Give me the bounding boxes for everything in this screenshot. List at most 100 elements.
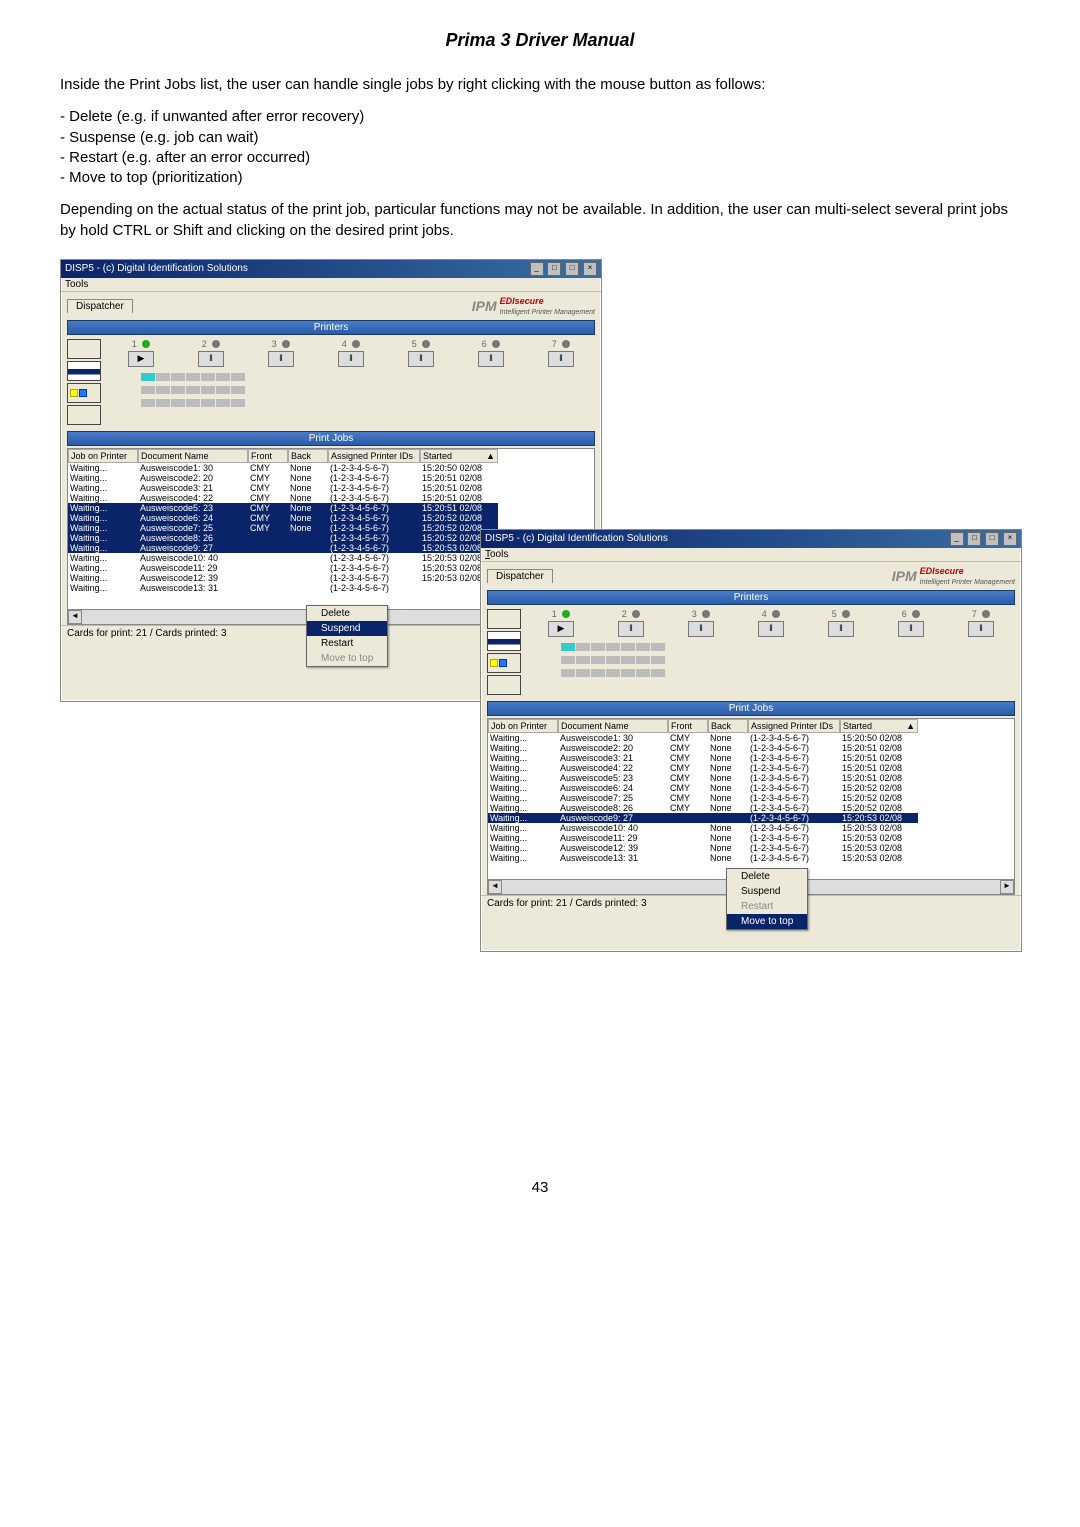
pause-button[interactable]: ǁ	[268, 351, 294, 367]
play-button[interactable]: ▶	[128, 351, 154, 367]
cell	[668, 823, 708, 833]
printjobs-header: Print Jobs	[67, 431, 595, 446]
printjobs-table[interactable]: Job on Printer Document Name Front Back …	[487, 718, 1015, 880]
cell: CMY	[668, 803, 708, 813]
ctx-delete[interactable]: Delete	[727, 869, 807, 884]
table-row[interactable]: Waiting...Ausweiscode12: 39None(1-2-3-4-…	[488, 843, 1014, 853]
pause-button[interactable]: ǁ	[898, 621, 924, 637]
table-row[interactable]: Waiting...Ausweiscode10: 40None(1-2-3-4-…	[488, 823, 1014, 833]
restore-icon[interactable]: □	[547, 262, 561, 276]
col-doc[interactable]: Document Name	[138, 449, 248, 463]
table-row[interactable]: Waiting...Ausweiscode5: 23CMYNone(1-2-3-…	[68, 503, 594, 513]
table-row[interactable]: Waiting...Ausweiscode6: 24CMYNone(1-2-3-…	[68, 513, 594, 523]
ctx-suspend[interactable]: Suspend	[727, 884, 807, 899]
restore-icon[interactable]: □	[967, 532, 981, 546]
table-row[interactable]: Waiting...Ausweiscode1: 30CMYNone(1-2-3-…	[68, 463, 594, 473]
pause-button[interactable]: ǁ	[478, 351, 504, 367]
status-led-icon	[772, 610, 780, 618]
pause-button[interactable]: ǁ	[408, 351, 434, 367]
maximize-icon[interactable]: □	[985, 532, 999, 546]
col-back[interactable]: Back	[288, 449, 328, 463]
minimize-icon[interactable]: _	[950, 532, 964, 546]
table-row[interactable]: Waiting...Ausweiscode6: 24CMYNone(1-2-3-…	[488, 783, 1014, 793]
table-row[interactable]: Waiting...Ausweiscode2: 20CMYNone(1-2-3-…	[488, 743, 1014, 753]
col-job[interactable]: Job on Printer	[68, 449, 138, 463]
col-assigned[interactable]: Assigned Printer IDs	[328, 449, 420, 463]
cell: Ausweiscode12: 39	[558, 843, 668, 853]
window-titlebar[interactable]: DISP5 - (c) Digital Identification Solut…	[61, 260, 601, 278]
ctx-suspend[interactable]: Suspend	[307, 621, 387, 636]
scroll-right-icon[interactable]: ►	[1000, 880, 1014, 894]
scroll-left-icon[interactable]: ◄	[68, 610, 82, 624]
cell: (1-2-3-4-5-6-7)	[748, 773, 840, 783]
cell: (1-2-3-4-5-6-7)	[328, 473, 420, 483]
pause-button[interactable]: ǁ	[618, 621, 644, 637]
ctx-delete[interactable]: Delete	[307, 606, 387, 621]
tab-dispatcher[interactable]: Dispatcher	[67, 299, 133, 313]
col-front[interactable]: Front	[248, 449, 288, 463]
cell: 15:20:52 02/08	[840, 803, 918, 813]
ctx-restart[interactable]: Restart	[307, 636, 387, 651]
pause-button[interactable]: ǁ	[198, 351, 224, 367]
tools-menu[interactable]: Tools	[65, 279, 88, 290]
context-menu[interactable]: Delete Suspend Restart Move to top	[306, 605, 388, 667]
pause-button[interactable]: ǁ	[758, 621, 784, 637]
cell: (1-2-3-4-5-6-7)	[328, 493, 420, 503]
tab-dispatcher[interactable]: Dispatcher	[487, 569, 553, 583]
col-front[interactable]: Front	[668, 719, 708, 733]
table-row[interactable]: Waiting...Ausweiscode11: 29None(1-2-3-4-…	[488, 833, 1014, 843]
table-row[interactable]: Waiting...Ausweiscode1: 30CMYNone(1-2-3-…	[488, 733, 1014, 743]
cell: None	[288, 523, 328, 533]
cell: Waiting...	[488, 793, 558, 803]
cell: Waiting...	[68, 493, 138, 503]
cell: Waiting...	[488, 823, 558, 833]
tools-menu[interactable]: Tools	[485, 549, 508, 560]
cell: Ausweiscode4: 22	[138, 493, 248, 503]
col-job[interactable]: Job on Printer	[488, 719, 558, 733]
table-row[interactable]: Waiting...Ausweiscode5: 23CMYNone(1-2-3-…	[488, 773, 1014, 783]
context-menu[interactable]: Delete Suspend Restart Move to top	[726, 868, 808, 930]
sort-up-icon[interactable]: ▲	[486, 451, 495, 461]
col-back[interactable]: Back	[708, 719, 748, 733]
table-row[interactable]: Waiting...Ausweiscode7: 25CMYNone(1-2-3-…	[488, 793, 1014, 803]
cell: Ausweiscode2: 20	[138, 473, 248, 483]
table-row[interactable]: Waiting...Ausweiscode3: 21CMYNone(1-2-3-…	[68, 483, 594, 493]
play-button[interactable]: ▶	[548, 621, 574, 637]
cell: None	[708, 733, 748, 743]
table-row[interactable]: Waiting...Ausweiscode8: 26CMYNone(1-2-3-…	[488, 803, 1014, 813]
table-row[interactable]: Waiting...Ausweiscode4: 22CMYNone(1-2-3-…	[68, 493, 594, 503]
table-row[interactable]: Waiting...Ausweiscode2: 20CMYNone(1-2-3-…	[68, 473, 594, 483]
cell: 15:20:51 02/08	[840, 753, 918, 763]
scroll-left-icon[interactable]: ◄	[488, 880, 502, 894]
close-icon[interactable]: ×	[583, 262, 597, 276]
sort-up-icon[interactable]: ▲	[906, 721, 915, 731]
pause-button[interactable]: ǁ	[968, 621, 994, 637]
col-started[interactable]: Started▲	[840, 719, 918, 733]
cell: 15:20:51 02/08	[840, 773, 918, 783]
cell: Ausweiscode11: 29	[558, 833, 668, 843]
printer-slot: 4 ǁ	[737, 609, 805, 639]
pause-button[interactable]: ǁ	[338, 351, 364, 367]
status-led-icon	[142, 340, 150, 348]
window-titlebar[interactable]: DISP5 - (c) Digital Identification Solut…	[481, 530, 1021, 548]
table-row[interactable]: Waiting...Ausweiscode9: 27(1-2-3-4-5-6-7…	[488, 813, 1014, 823]
pause-button[interactable]: ǁ	[828, 621, 854, 637]
ctx-movetotop[interactable]: Move to top	[307, 651, 387, 666]
table-row[interactable]: Waiting...Ausweiscode4: 22CMYNone(1-2-3-…	[488, 763, 1014, 773]
minimize-icon[interactable]: _	[530, 262, 544, 276]
card-blank	[67, 339, 101, 359]
ctx-movetotop[interactable]: Move to top	[727, 914, 807, 929]
printer-slot: 3 ǁ	[247, 339, 315, 369]
pause-button[interactable]: ǁ	[548, 351, 574, 367]
col-started[interactable]: Started▲	[420, 449, 498, 463]
table-row[interactable]: Waiting...Ausweiscode3: 21CMYNone(1-2-3-…	[488, 753, 1014, 763]
close-icon[interactable]: ×	[1003, 532, 1017, 546]
maximize-icon[interactable]: □	[565, 262, 579, 276]
table-row[interactable]: Waiting...Ausweiscode13: 31None(1-2-3-4-…	[488, 853, 1014, 863]
col-assigned[interactable]: Assigned Printer IDs	[748, 719, 840, 733]
cell: Ausweiscode1: 30	[558, 733, 668, 743]
pause-button[interactable]: ǁ	[688, 621, 714, 637]
printjobs-header: Print Jobs	[487, 701, 1015, 716]
col-doc[interactable]: Document Name	[558, 719, 668, 733]
cell: CMY	[248, 513, 288, 523]
